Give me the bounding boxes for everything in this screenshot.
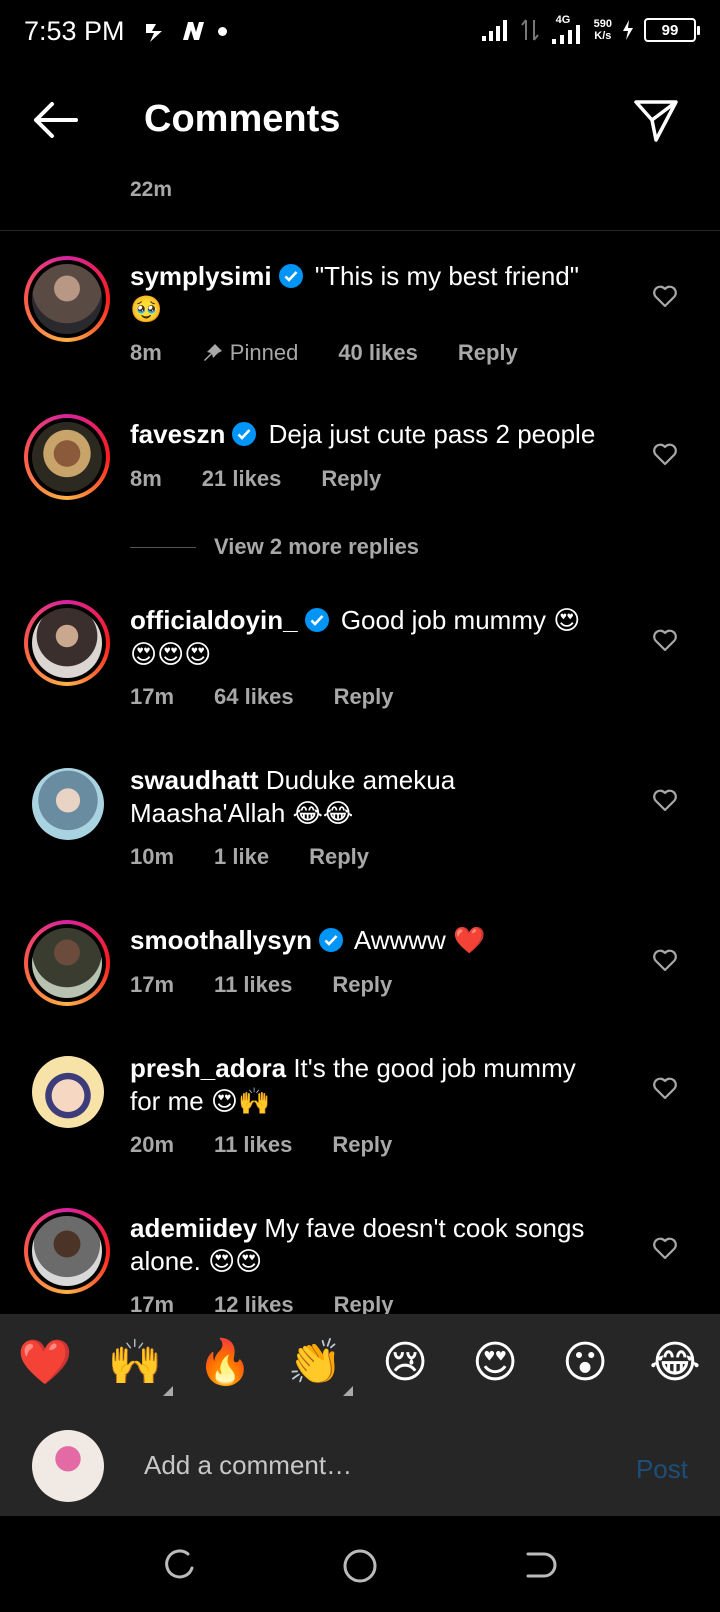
emoji-fire-button[interactable]: 🔥: [195, 1332, 255, 1392]
emoji-laughing-button[interactable]: 😂: [645, 1332, 705, 1392]
comment-item: ademiidey My fave doesn't cook songs alo…: [0, 0, 720, 1314]
current-user-avatar: [32, 1430, 104, 1502]
like-count[interactable]: 12 likes: [214, 1292, 294, 1314]
emoji-raised-hands-button[interactable]: 🙌: [105, 1332, 173, 1396]
comment-username[interactable]: ademiidey: [130, 1213, 257, 1243]
back-nav-icon[interactable]: [520, 1546, 560, 1586]
comment-input[interactable]: Add a comment…: [144, 1450, 352, 1481]
comment-text: My fave doesn't cook songs: [264, 1213, 585, 1243]
comment-text-line2: alone.: [130, 1246, 201, 1276]
home-icon[interactable]: [340, 1546, 380, 1586]
recent-apps-icon[interactable]: [160, 1546, 200, 1586]
emoji-heart-button[interactable]: ❤️: [15, 1332, 75, 1392]
emoji-crying-button[interactable]: 😢: [375, 1332, 435, 1392]
like-heart-icon[interactable]: [652, 1236, 678, 1260]
skin-tone-indicator: [163, 1386, 173, 1396]
comment-time: 17m: [130, 1292, 175, 1314]
post-button[interactable]: Post: [636, 1454, 688, 1485]
comment-composer: ❤️ 🙌 🔥 👏 😢 😍 😮 😂 Add a comment… Post: [0, 1314, 720, 1516]
system-nav-bar: [0, 1516, 720, 1612]
emoji-surprised-button[interactable]: 😮: [555, 1332, 615, 1392]
emoji-heart-eyes-button[interactable]: 😍: [465, 1332, 525, 1392]
comment-emoji: 😍😍: [208, 1247, 263, 1277]
reply-button[interactable]: Reply: [334, 1292, 394, 1314]
avatar[interactable]: [24, 1208, 110, 1294]
quick-emoji-bar: ❤️ 🙌 🔥 👏 😢 😍 😮 😂: [0, 1332, 720, 1396]
emoji-clap-button[interactable]: 👏: [285, 1332, 353, 1396]
skin-tone-indicator: [343, 1386, 353, 1396]
